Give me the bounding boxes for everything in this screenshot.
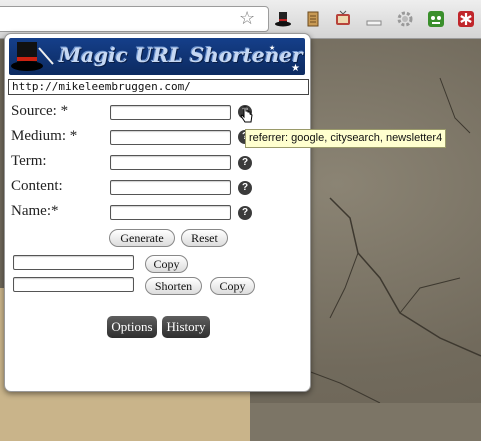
copy-short-button[interactable]: Copy [210, 277, 255, 295]
history-button[interactable]: History [162, 316, 210, 338]
medium-input[interactable] [110, 130, 231, 145]
copy-button[interactable]: Copy [145, 255, 188, 273]
short-url-field[interactable] [13, 277, 134, 292]
content-help-icon[interactable]: ? [238, 181, 252, 195]
green-robot-extension-icon[interactable] [426, 9, 446, 29]
term-label: Term: [11, 153, 47, 169]
url-field[interactable]: http://mikeleembruggen.com/ [8, 79, 309, 95]
gear-extension-icon[interactable] [395, 9, 415, 29]
name-input[interactable] [110, 205, 231, 220]
medium-label: Medium: * [11, 128, 78, 144]
generate-button[interactable]: Generate [109, 229, 175, 247]
generated-url-field[interactable] [13, 255, 134, 270]
source-label: Source: * [11, 103, 69, 119]
tv-extension-icon[interactable] [333, 9, 353, 29]
name-help-icon[interactable]: ? [238, 206, 252, 220]
banner: ★ ★ Magic URL Shortener [9, 38, 305, 75]
term-input[interactable] [110, 155, 231, 170]
shorten-button[interactable]: Shorten [145, 277, 202, 295]
content-input[interactable] [110, 180, 231, 195]
minimize-extension-icon[interactable] [364, 9, 384, 29]
red-asterisk-extension-icon[interactable] [456, 9, 476, 29]
source-input[interactable] [110, 105, 231, 120]
content-label: Content: [11, 178, 63, 194]
term-help-icon[interactable]: ? [238, 156, 252, 170]
options-button[interactable]: Options [107, 316, 157, 338]
mouse-cursor-icon [240, 106, 254, 129]
scroll-extension-icon[interactable] [303, 9, 323, 29]
bookmark-star-icon[interactable]: ☆ [239, 8, 255, 28]
address-bar[interactable] [0, 6, 269, 32]
extension-popup: ★ ★ Magic URL Shortener http://mikeleemb… [4, 33, 311, 392]
magic-hat-extension-icon[interactable] [273, 9, 293, 29]
banner-title: Magic URL Shortener [59, 43, 303, 67]
reset-button[interactable]: Reset [181, 229, 228, 247]
help-tooltip: referrer: google, citysearch, newsletter… [245, 129, 447, 148]
name-label: Name:* [11, 203, 59, 219]
